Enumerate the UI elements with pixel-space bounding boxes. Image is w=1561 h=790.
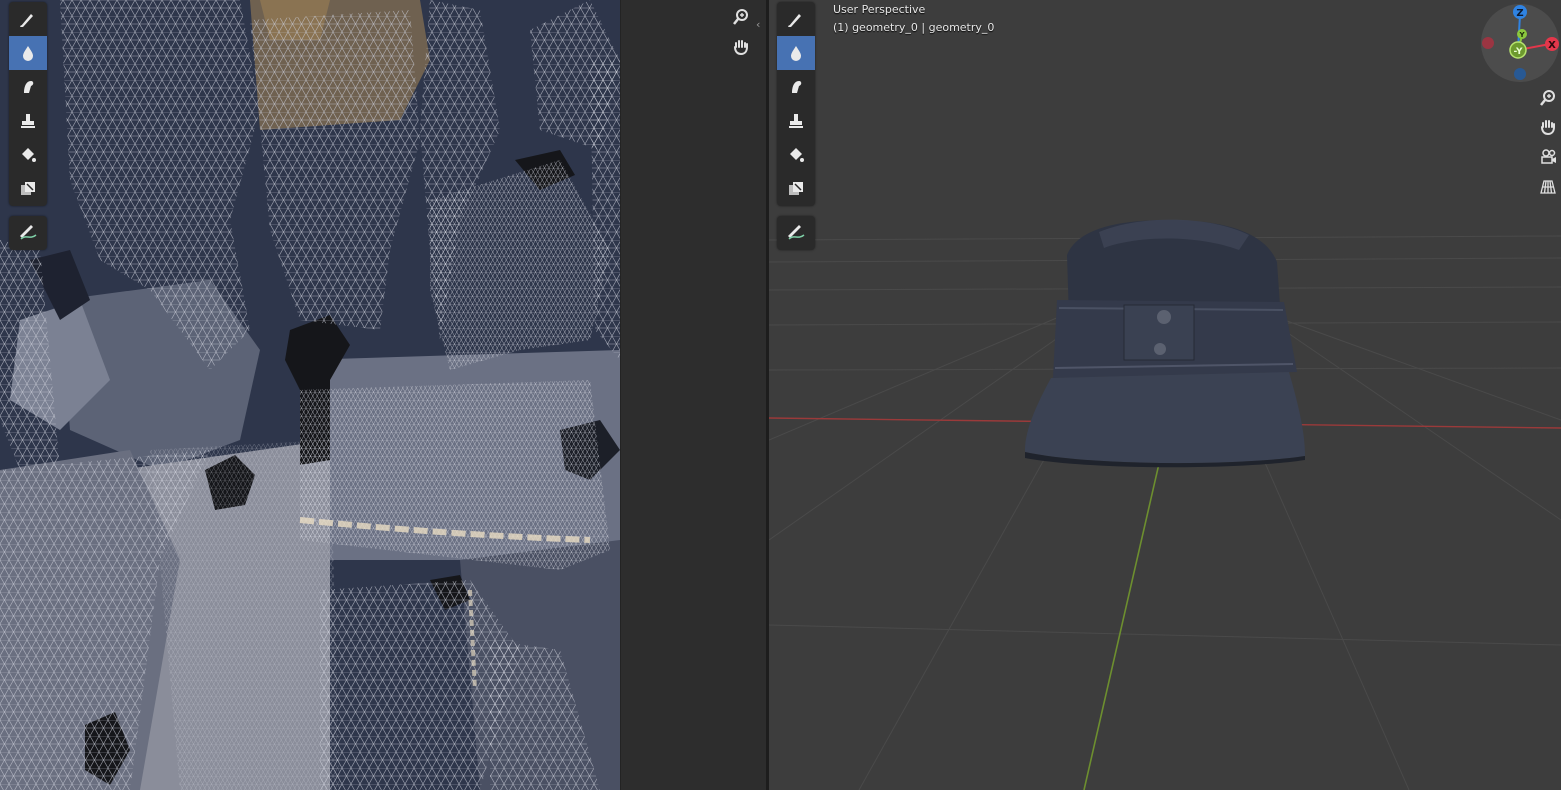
fill-bucket-icon[interactable] bbox=[777, 138, 815, 172]
fill-bucket-icon[interactable] bbox=[9, 138, 47, 172]
viewport-object-info: (1) geometry_0 | geometry_0 bbox=[833, 21, 995, 34]
pan-hand-icon[interactable] bbox=[1535, 114, 1561, 140]
3d-viewport[interactable] bbox=[769, 0, 1561, 790]
annotate-icon bbox=[785, 220, 807, 246]
perspective-grid-icon[interactable] bbox=[1535, 174, 1561, 200]
draw-brush-icon[interactable] bbox=[9, 2, 47, 36]
soften-brush-icon[interactable] bbox=[9, 36, 47, 70]
chevron-left-icon[interactable]: ‹ bbox=[756, 18, 760, 31]
camera-view-icon[interactable] bbox=[1535, 144, 1561, 170]
smear-brush-icon[interactable] bbox=[9, 70, 47, 104]
pan-hand-icon[interactable] bbox=[728, 34, 754, 60]
gizmo-y[interactable]: Y bbox=[1517, 29, 1527, 39]
annotate-icon bbox=[17, 220, 39, 246]
gizmo-neg-z[interactable] bbox=[1514, 68, 1526, 80]
uv-editor: ‹ bbox=[0, 0, 767, 790]
viewport-view-name: User Perspective bbox=[833, 3, 926, 16]
gizmo-neg-x[interactable] bbox=[1482, 37, 1494, 49]
mask-icon[interactable] bbox=[9, 172, 47, 206]
clone-stamp-icon[interactable] bbox=[777, 104, 815, 138]
zoom-icon[interactable] bbox=[728, 4, 754, 30]
gizmo-z[interactable]: Z bbox=[1513, 5, 1527, 19]
svg-text:X: X bbox=[1548, 40, 1556, 51]
viewport-annotate-tool[interactable] bbox=[777, 216, 815, 250]
svg-text:-Y: -Y bbox=[1514, 47, 1523, 57]
gizmo-x[interactable]: X bbox=[1545, 37, 1559, 51]
uv-texture-canvas[interactable] bbox=[0, 0, 620, 790]
svg-text:Y: Y bbox=[1518, 31, 1525, 39]
viewport-tool-shelf bbox=[777, 2, 815, 206]
zoom-icon[interactable] bbox=[1535, 85, 1561, 111]
svg-text:Z: Z bbox=[1516, 8, 1523, 19]
smear-brush-icon[interactable] bbox=[777, 70, 815, 104]
soften-brush-icon[interactable] bbox=[777, 36, 815, 70]
clone-stamp-icon[interactable] bbox=[9, 104, 47, 138]
draw-brush-icon[interactable] bbox=[777, 2, 815, 36]
uv-annotate-tool[interactable] bbox=[9, 216, 47, 250]
gizmo-neg-y[interactable]: -Y bbox=[1509, 41, 1527, 59]
uv-tool-shelf bbox=[9, 2, 47, 206]
mask-icon[interactable] bbox=[777, 172, 815, 206]
navigation-gizmo[interactable]: Z X Y -Y bbox=[1480, 3, 1560, 83]
uv-editor-empty-area bbox=[620, 0, 767, 790]
